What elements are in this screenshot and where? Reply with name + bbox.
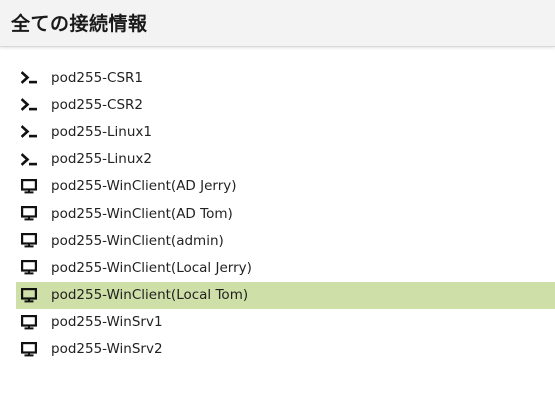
monitor-icon [21, 233, 41, 249]
connection-name: pod255-CSR1 [51, 69, 144, 86]
connection-item-selected[interactable]: pod255-WinClient(Local Tom) [16, 281, 555, 309]
monitor-icon [21, 178, 41, 194]
connection-name: pod255-Linux2 [51, 151, 152, 168]
terminal-icon [21, 97, 41, 113]
monitor-icon [21, 206, 41, 222]
connection-name: pod255-WinClient(AD Tom) [51, 205, 233, 222]
connection-item[interactable]: pod255-WinClient(Local Jerry) [16, 254, 555, 281]
connection-name: pod255-WinClient(Local Jerry) [51, 259, 252, 276]
page-title: 全ての接続情報 [11, 13, 148, 35]
connection-name: pod255-WinClient(AD Jerry) [51, 178, 237, 195]
connection-item[interactable]: pod255-WinClient(AD Tom) [16, 200, 555, 227]
connection-item[interactable]: pod255-WinSrv1 [16, 309, 555, 336]
monitor-icon [21, 314, 41, 330]
connection-name: pod255-WinClient(admin) [51, 232, 224, 249]
connection-name: pod255-WinSrv1 [51, 314, 163, 331]
monitor-icon [21, 341, 41, 357]
connection-name: pod255-WinClient(Local Tom) [51, 287, 249, 304]
terminal-icon [21, 151, 41, 167]
connection-item[interactable]: pod255-CSR1 [16, 64, 555, 91]
connection-item[interactable]: pod255-WinClient(AD Jerry) [16, 173, 555, 200]
terminal-icon [21, 70, 41, 86]
connection-item[interactable]: pod255-Linux1 [16, 118, 555, 145]
monitor-icon [21, 287, 41, 303]
connection-name: pod255-WinSrv2 [51, 341, 163, 358]
connection-item[interactable]: pod255-Linux2 [16, 146, 555, 173]
connection-item[interactable]: pod255-WinSrv2 [16, 336, 555, 363]
connection-name: pod255-CSR2 [51, 96, 144, 113]
terminal-icon [21, 124, 41, 140]
header-bar: 全ての接続情報 [0, 0, 555, 47]
connection-name: pod255-Linux1 [51, 123, 152, 140]
connection-item[interactable]: pod255-WinClient(admin) [16, 227, 555, 254]
connection-list: pod255-CSR1 pod255-CSR2 pod255-Linux1 po… [16, 64, 555, 363]
monitor-icon [21, 260, 41, 276]
connection-item[interactable]: pod255-CSR2 [16, 91, 555, 118]
